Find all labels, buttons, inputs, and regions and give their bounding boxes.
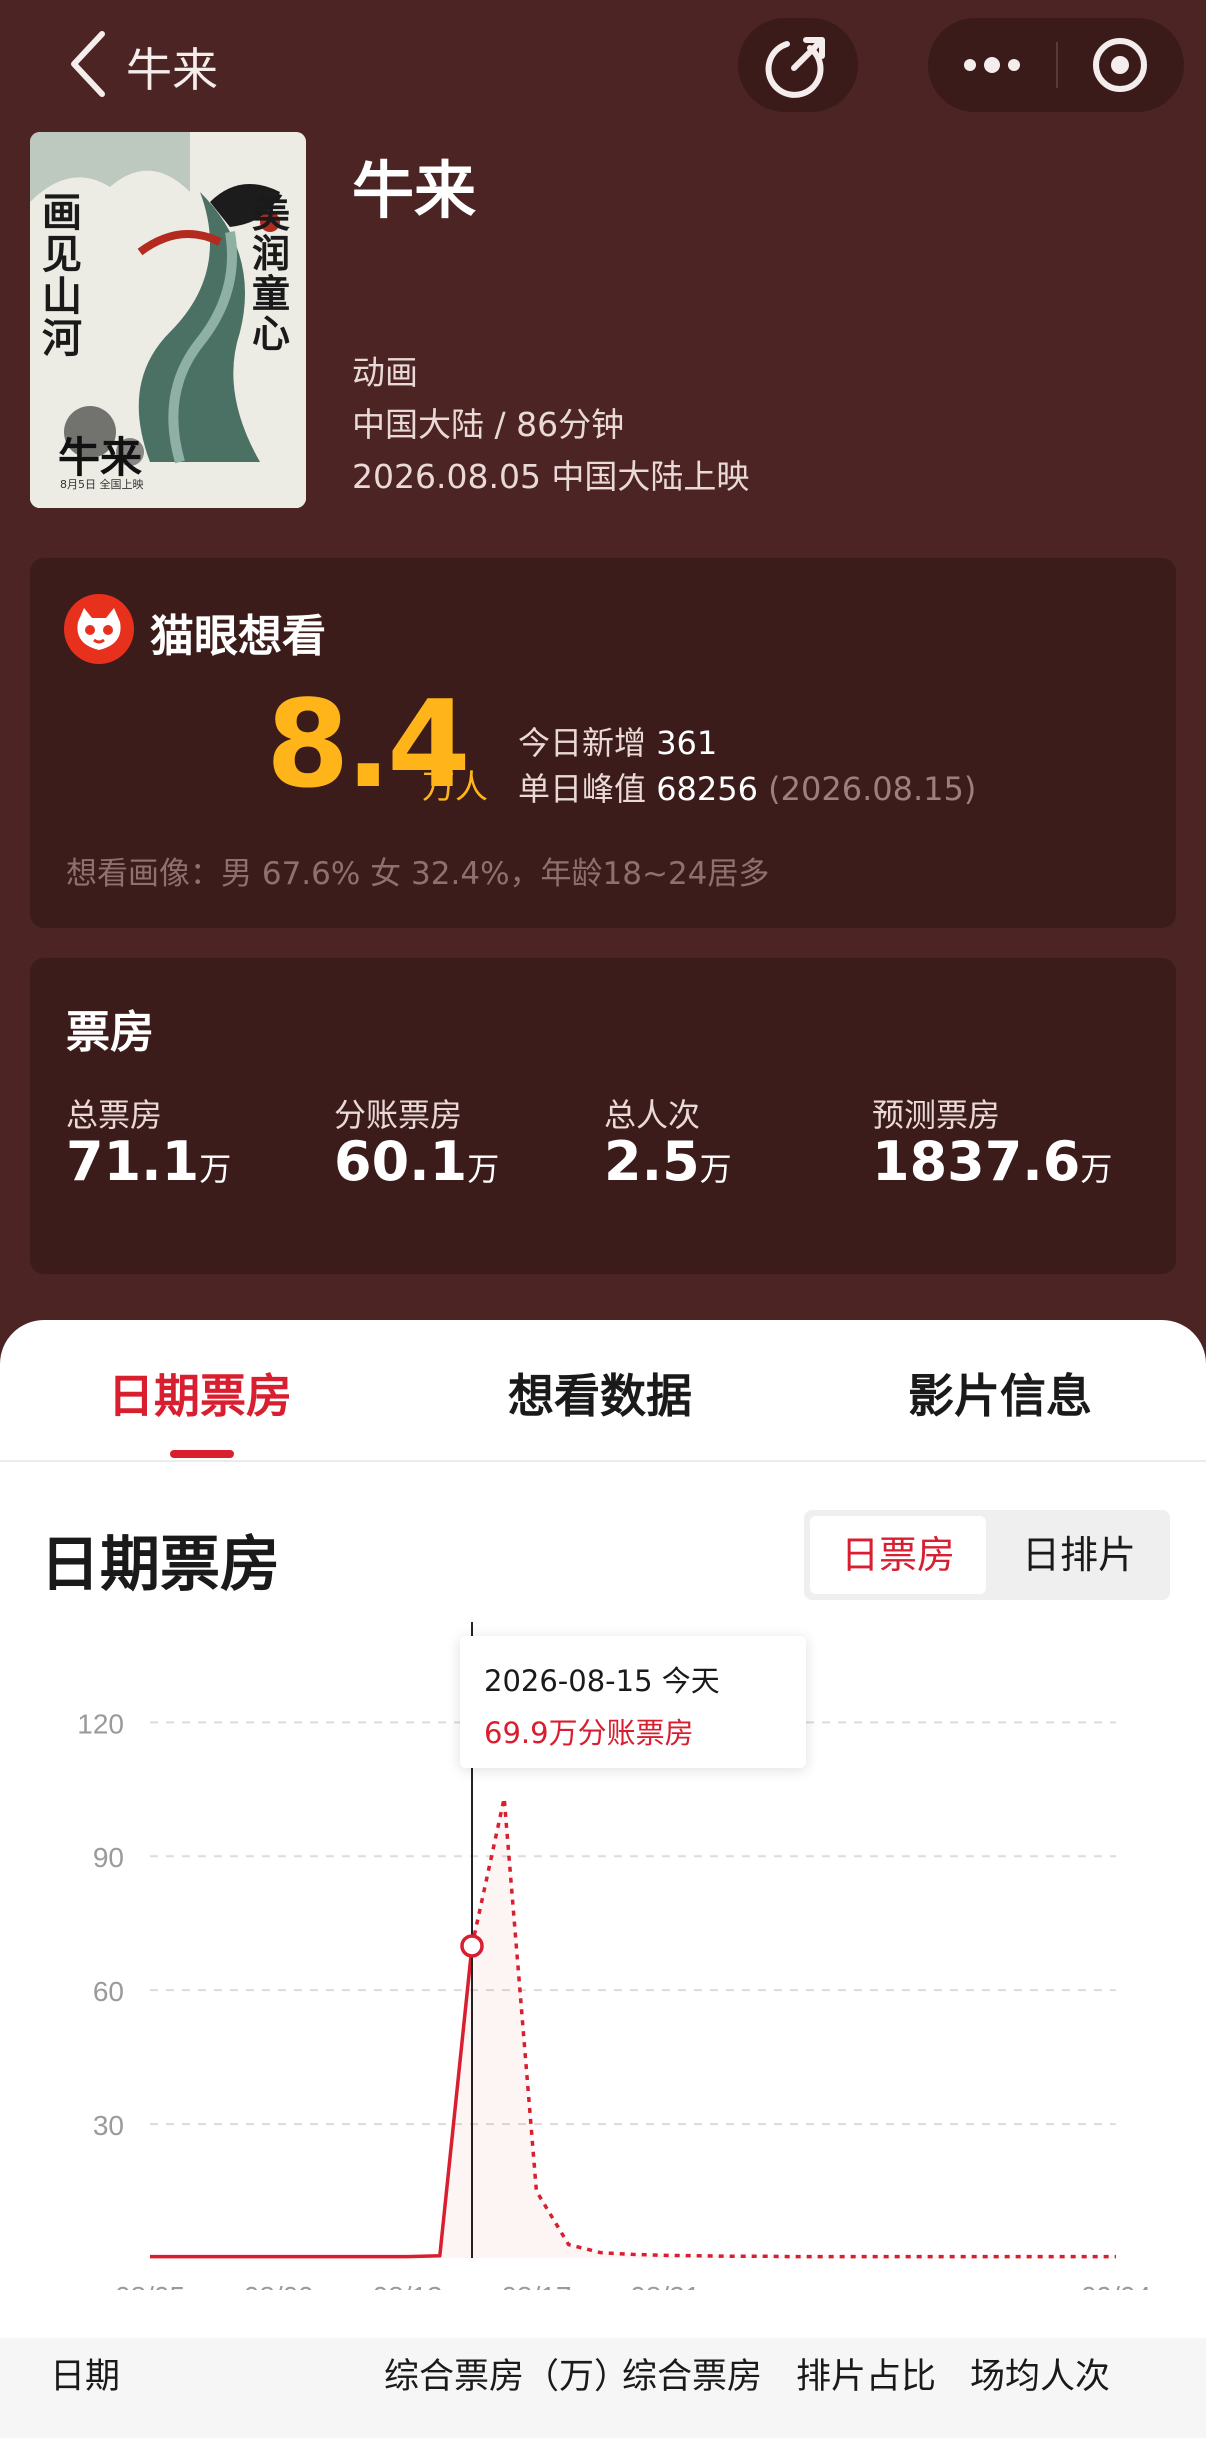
col-date[interactable]: 日期 xyxy=(50,2348,120,2399)
want-card[interactable]: 猫眼想看 8.4 万人 今日新增 361 单日峰值 68256 (2026.08… xyxy=(30,558,1176,928)
tab-movie-info[interactable]: 影片信息 xyxy=(908,1360,1092,1426)
want-peak: 单日峰值 68256 (2026.08.15) xyxy=(518,764,976,810)
x-tick-label: 08/05 xyxy=(115,2281,185,2290)
want-heading: 猫眼想看 xyxy=(150,611,326,662)
movie-genre: 动画 xyxy=(352,353,418,392)
want-peak-value: 68256 xyxy=(656,770,758,808)
poster-text-left: 画见山河 xyxy=(42,189,82,362)
segment-daily-schedule[interactable]: 日排片 xyxy=(994,1516,1164,1594)
x-tick-label: 08/21 xyxy=(630,2281,700,2290)
want-peak-label: 单日峰值 xyxy=(518,770,647,808)
tooltip-value: 69.9万分账票房 xyxy=(484,1716,694,1750)
segment-daily-box[interactable]: 日票房 xyxy=(810,1516,986,1594)
col-schedule-share[interactable]: 排片占比 xyxy=(796,2348,936,2399)
forecast-box-value: 1837.6万 xyxy=(872,1130,1113,1193)
movie-poster[interactable]: 画见山河 美润童心 牛来 8月5日 全国上映 xyxy=(30,132,306,508)
boxoffice-card: 票房 总票房 71.1万 分账票房 60.1万 总人次 2.5万 预测票房 18… xyxy=(30,958,1176,1274)
y-tick-label: 90 xyxy=(93,1842,124,1873)
movie-title: 牛来 xyxy=(352,154,477,227)
actual-line xyxy=(150,1945,474,2259)
total-box-value: 71.1万 xyxy=(66,1130,232,1193)
y-tick-label: 120 xyxy=(77,1708,124,1739)
chart-tooltip: 2026-08-15 今天 69.9万分账票房 xyxy=(460,1636,806,1768)
want-peak-date: (2026.08.15) xyxy=(768,770,977,808)
segment-control: 日票房 日排片 xyxy=(804,1510,1170,1600)
want-today-value: 361 xyxy=(656,724,718,762)
poster-text-right: 美润童心 xyxy=(252,191,291,356)
col-box-share[interactable]: 综合票房 xyxy=(622,2348,762,2399)
miniprogram-capsule xyxy=(928,18,1184,112)
admissions-value: 2.5万 xyxy=(604,1130,732,1193)
movie-release: 2026.08.05 中国大陆上映 xyxy=(352,457,750,496)
y-tick-label: 30 xyxy=(93,2110,124,2141)
want-unit: 万人 xyxy=(422,767,488,806)
close-target-icon[interactable] xyxy=(1056,18,1184,112)
y-tick-label: 60 xyxy=(93,1976,124,2007)
more-icon[interactable] xyxy=(928,18,1056,112)
forecast-line xyxy=(470,1796,1116,2259)
poster-footer: 8月5日 全国上映 xyxy=(60,478,144,491)
want-today: 今日新增 361 xyxy=(518,718,717,764)
x-tick-label: 09/04 xyxy=(1081,2281,1151,2290)
nav-title: 牛来 xyxy=(126,43,218,97)
highlight-point xyxy=(460,1934,484,1958)
want-today-label: 今日新增 xyxy=(518,724,647,762)
share-icon xyxy=(765,37,825,98)
tooltip-date: 2026-08-15 今天 xyxy=(484,1664,720,1698)
maoyan-cat-icon xyxy=(64,594,134,664)
share-button[interactable] xyxy=(738,18,858,112)
movie-region-duration: 中国大陆 / 86分钟 xyxy=(352,405,625,444)
x-tick-label: 08/09 xyxy=(244,2281,314,2290)
boxoffice-heading: 票房 xyxy=(66,1007,154,1058)
tab-daily-box[interactable]: 日期票房 xyxy=(108,1360,292,1426)
area-fill xyxy=(150,1798,1116,2258)
back-icon[interactable] xyxy=(64,28,116,100)
tab-divider xyxy=(0,1460,1206,1462)
col-box-wan[interactable]: 综合票房（万） xyxy=(384,2348,629,2399)
x-tick-label: 08/13 xyxy=(373,2281,443,2290)
active-tab-indicator xyxy=(170,1450,234,1458)
tab-want-data[interactable]: 想看数据 xyxy=(508,1360,692,1426)
x-tick-label: 08/17 xyxy=(501,2281,571,2290)
want-portrait: 想看画像：男 67.6% 女 32.4%，年龄18~24居多 xyxy=(66,856,770,892)
col-avg-admissions[interactable]: 场均人次 xyxy=(970,2348,1110,2399)
split-box-value: 60.1万 xyxy=(334,1130,500,1193)
